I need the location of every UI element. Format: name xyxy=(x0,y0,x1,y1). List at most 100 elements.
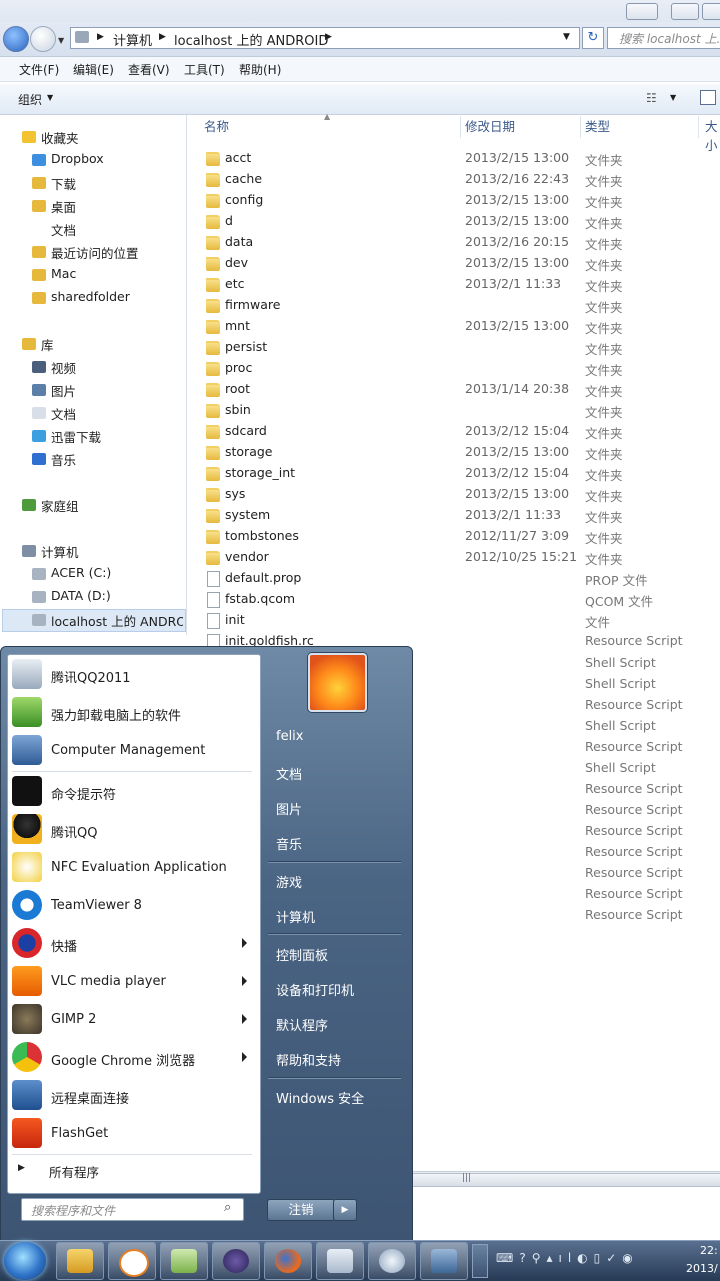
minimize-button[interactable] xyxy=(671,3,699,20)
all-programs-arrow-icon[interactable]: ▶ xyxy=(18,1163,25,1173)
nav-item[interactable]: 文档 xyxy=(51,404,76,423)
file-row[interactable]: sdcard 2013/2/12 15:04 文件夹 xyxy=(190,421,720,442)
taskbar-virtualbox[interactable] xyxy=(420,1242,468,1280)
address-dropdown-icon[interactable]: ▼ xyxy=(563,32,570,42)
file-row[interactable]: storage_int 2013/2/12 15:04 文件夹 xyxy=(190,463,720,484)
column-divider[interactable] xyxy=(580,116,581,138)
breadcrumb-arrow-icon[interactable]: ▶ xyxy=(159,32,166,42)
breadcrumb-android[interactable]: localhost 上的 ANDROID xyxy=(174,30,328,49)
maximize-button[interactable] xyxy=(702,3,720,20)
start-right-item[interactable]: 图片 xyxy=(276,799,302,818)
file-row[interactable]: init 文件 xyxy=(190,610,720,631)
start-right-item[interactable]: 计算机 xyxy=(276,907,315,926)
menu-tools[interactable]: 工具(T) xyxy=(184,61,225,78)
taskbar-network-tool[interactable] xyxy=(368,1242,416,1280)
start-search-input[interactable]: 搜索程序和文件 ⌕ xyxy=(21,1198,244,1221)
start-program-item[interactable]: 腾讯QQ2011 xyxy=(12,656,250,694)
chevron-down-icon[interactable]: ▼ xyxy=(670,93,676,102)
file-row[interactable]: firmware 文件夹 xyxy=(190,295,720,316)
history-dropdown-icon[interactable]: ▼ xyxy=(58,36,64,45)
start-button[interactable] xyxy=(4,1242,46,1280)
file-row[interactable]: tombstones 2012/11/27 3:09 文件夹 xyxy=(190,526,720,547)
start-program-item[interactable]: 腾讯QQ xyxy=(12,811,250,849)
nav-item[interactable]: 收藏夹 xyxy=(41,128,79,147)
start-program-item[interactable]: TeamViewer 8 xyxy=(12,887,250,925)
preview-pane-icon[interactable] xyxy=(700,90,716,105)
file-row[interactable]: default.prop PROP 文件 xyxy=(190,568,720,589)
back-button[interactable] xyxy=(3,26,29,52)
view-options-icon[interactable]: ☷ xyxy=(646,91,657,105)
nav-item[interactable]: 视频 xyxy=(51,358,76,377)
horizontal-scrollbar[interactable]: ||| xyxy=(411,1171,720,1187)
organize-button[interactable]: 组织 xyxy=(18,91,42,108)
menu-view[interactable]: 查看(V) xyxy=(128,61,170,78)
nav-item[interactable]: DATA (D:) xyxy=(51,588,111,603)
shutdown-options-arrow-icon[interactable]: ▶ xyxy=(333,1199,357,1221)
scrollbar-thumb[interactable] xyxy=(411,1173,720,1187)
start-right-item[interactable]: 游戏 xyxy=(276,872,302,891)
start-program-item[interactable]: 强力卸载电脑上的软件 xyxy=(12,694,250,732)
file-row[interactable]: persist 文件夹 xyxy=(190,337,720,358)
start-program-item[interactable]: 远程桌面连接 xyxy=(12,1077,250,1115)
file-row[interactable]: root 2013/1/14 20:38 文件夹 xyxy=(190,379,720,400)
start-program-item[interactable]: VLC media player xyxy=(12,963,250,1001)
clock-date[interactable]: 2013/ xyxy=(686,1262,718,1275)
nav-item[interactable]: ACER (C:) xyxy=(51,565,111,580)
start-program-item[interactable]: NFC Evaluation Application xyxy=(12,849,250,887)
file-row[interactable]: config 2013/2/15 13:00 文件夹 xyxy=(190,190,720,211)
nav-item[interactable]: 家庭组 xyxy=(41,496,79,515)
file-row[interactable]: storage 2013/2/15 13:00 文件夹 xyxy=(190,442,720,463)
nav-item[interactable]: 下载 xyxy=(51,174,76,193)
taskbar-scroll-button[interactable] xyxy=(472,1244,488,1278)
taskbar-calculator[interactable] xyxy=(316,1242,364,1280)
search-input[interactable]: 搜索 localhost 上... xyxy=(607,27,720,49)
nav-item[interactable]: sharedfolder xyxy=(51,289,130,304)
start-right-item[interactable]: Windows 安全 xyxy=(276,1088,364,1107)
column-divider[interactable] xyxy=(460,116,461,138)
refresh-icon[interactable]: ↻ xyxy=(582,27,604,49)
start-program-item[interactable]: Computer Management xyxy=(12,732,250,770)
file-row[interactable]: etc 2013/2/1 11:33 文件夹 xyxy=(190,274,720,295)
breadcrumb-arrow-icon[interactable]: ▶ xyxy=(325,32,332,42)
start-program-item[interactable]: 快播 xyxy=(12,925,250,963)
file-row[interactable]: system 2013/2/1 11:33 文件夹 xyxy=(190,505,720,526)
start-program-item[interactable]: Google Chrome 浏览器 xyxy=(12,1039,250,1077)
menu-file[interactable]: 文件(F) xyxy=(19,61,59,78)
chevron-down-icon[interactable]: ▼ xyxy=(47,93,53,102)
nav-item[interactable]: 桌面 xyxy=(51,197,76,216)
search-icon[interactable]: ⌕ xyxy=(224,1200,231,1215)
menu-help[interactable]: 帮助(H) xyxy=(239,61,281,78)
nav-item[interactable]: 音乐 xyxy=(51,450,76,469)
taskbar-media-player[interactable] xyxy=(108,1242,156,1280)
start-right-item[interactable]: 帮助和支持 xyxy=(276,1050,341,1069)
file-row[interactable]: dev 2013/2/15 13:00 文件夹 xyxy=(190,253,720,274)
file-row[interactable]: proc 文件夹 xyxy=(190,358,720,379)
start-right-item[interactable]: 控制面板 xyxy=(276,945,328,964)
forward-button[interactable] xyxy=(30,26,56,52)
file-row[interactable]: vendor 2012/10/25 15:21 文件夹 xyxy=(190,547,720,568)
start-right-item[interactable]: 设备和打印机 xyxy=(276,980,354,999)
clock-time[interactable]: 22: xyxy=(700,1244,718,1257)
user-avatar[interactable] xyxy=(308,653,367,712)
nav-item[interactable]: Mac xyxy=(51,266,76,281)
start-program-item[interactable]: GIMP 2 xyxy=(12,1001,250,1039)
nav-item[interactable]: localhost 上的 ANDROID xyxy=(51,611,183,630)
breadcrumb-arrow-icon[interactable]: ▶ xyxy=(97,32,104,42)
taskbar-eclipse[interactable] xyxy=(212,1242,260,1280)
file-row[interactable]: sbin 文件夹 xyxy=(190,400,720,421)
breadcrumb-computer[interactable]: 计算机 xyxy=(113,30,152,49)
nav-item[interactable]: 迅雷下载 xyxy=(51,427,101,446)
taskbar-notepad[interactable] xyxy=(160,1242,208,1280)
nav-item[interactable]: 计算机 xyxy=(41,542,79,561)
start-right-item[interactable]: 文档 xyxy=(276,764,302,783)
column-size[interactable]: 大小 xyxy=(705,116,720,153)
nav-item[interactable]: 图片 xyxy=(51,381,76,400)
column-name[interactable]: 名称 xyxy=(204,116,229,140)
file-row[interactable]: acct 2013/2/15 13:00 文件夹 xyxy=(190,148,720,169)
file-row[interactable]: data 2013/2/16 20:15 文件夹 xyxy=(190,232,720,253)
taskbar-explorer[interactable] xyxy=(56,1242,104,1280)
start-program-item[interactable]: 命令提示符 xyxy=(12,773,250,811)
start-program-item[interactable]: FlashGet xyxy=(12,1115,250,1153)
nav-item[interactable]: 最近访问的位置 xyxy=(51,243,139,262)
file-row[interactable]: d 2013/2/15 13:00 文件夹 xyxy=(190,211,720,232)
